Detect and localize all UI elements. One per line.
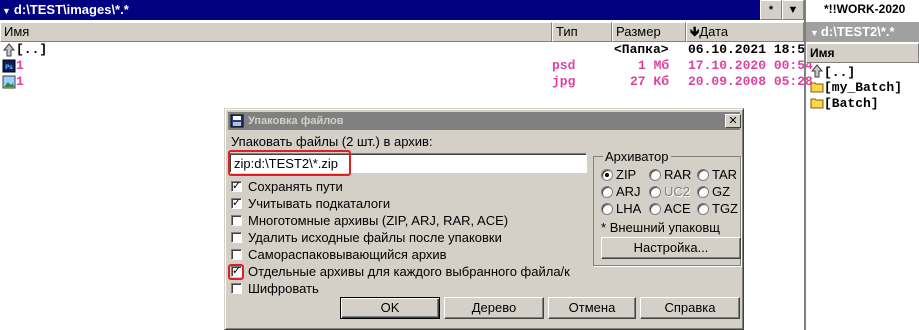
radio-button[interactable] xyxy=(601,186,613,198)
checkbox[interactable] xyxy=(231,215,242,226)
radio-button[interactable] xyxy=(697,186,709,198)
file-row[interactable]: Ps 1 psd 1 Мб 17.10.2020 00:54 xyxy=(0,58,813,74)
option-label: Многотомные архивы (ZIP, ARJ, RAR, ACE) xyxy=(248,213,509,228)
item-name: [Batch] xyxy=(824,96,879,111)
folder-icon xyxy=(810,96,824,114)
file-name: 1 xyxy=(16,74,24,89)
radio-button[interactable] xyxy=(601,203,613,215)
radio-label: RAR xyxy=(664,167,692,182)
column-type-header[interactable]: Тип xyxy=(552,22,612,42)
radio-label: ZIP xyxy=(616,167,637,182)
list-item[interactable]: [Batch] xyxy=(810,96,879,112)
radio-button[interactable] xyxy=(649,169,661,181)
radio-label: GZ xyxy=(712,184,731,199)
history-dropdown-button[interactable]: ▼ xyxy=(782,0,804,20)
cancel-button[interactable]: Отмена xyxy=(548,297,636,319)
file-name: 1 xyxy=(16,58,24,73)
ok-button[interactable]: OK xyxy=(340,297,440,319)
star-button[interactable]: * xyxy=(760,0,782,20)
right-column-name-header[interactable]: Имя xyxy=(806,43,919,63)
pack-files-dialog: Упаковка файлов ✕ Упаковать файлы (2 шт.… xyxy=(224,108,744,330)
left-path-text: d:\TEST\images\*.* xyxy=(13,2,129,17)
file-name: [..] xyxy=(16,42,48,57)
radio-label: ACE xyxy=(664,201,691,216)
archive-prompt-label: Упаковать файлы (2 шт.) в архив: xyxy=(231,134,433,149)
archiver-legend: Архиватор xyxy=(603,149,671,164)
radio-label: ARJ xyxy=(616,184,641,199)
highlight-box xyxy=(228,150,351,176)
option-label: Учитывать подкаталоги xyxy=(248,196,391,211)
item-name: [my_Batch] xyxy=(824,80,903,95)
file-row[interactable]: [..] <Папка> 06.10.2021 18:54 xyxy=(0,42,813,58)
dropdown-triangle-icon: ▼ xyxy=(810,28,819,38)
item-name: [..] xyxy=(824,65,856,80)
option-label: Самораспаковывающийся архив xyxy=(248,247,447,262)
external-packer-option[interactable]: * Внешний упаковщ xyxy=(601,220,737,235)
image-file-icon xyxy=(2,75,16,94)
tree-button[interactable]: Дерево xyxy=(444,297,544,319)
file-date: 20.09.2008 05:28 xyxy=(688,74,813,89)
help-button[interactable]: Справка xyxy=(640,297,740,319)
external-bullet: * xyxy=(601,220,607,235)
list-item[interactable]: [..] xyxy=(810,64,855,80)
checkbox[interactable] xyxy=(231,249,242,260)
checkbox[interactable] xyxy=(231,198,242,209)
close-button[interactable]: ✕ xyxy=(725,114,741,128)
file-size: 27 Кб xyxy=(630,74,670,89)
right-drive-label[interactable]: *!!WORK-2020 xyxy=(806,0,919,20)
file-row[interactable]: 1 jpg 27 Кб 20.09.2008 05:28 xyxy=(0,74,813,90)
radio-button[interactable] xyxy=(601,169,613,181)
radio-label: TGZ xyxy=(712,201,738,216)
left-panel-path[interactable]: ▼ d:\TEST\images\*.* xyxy=(0,0,760,20)
highlight-box xyxy=(228,264,244,280)
file-type: psd xyxy=(552,58,576,73)
radio-button[interactable] xyxy=(697,203,709,215)
radio-label: TAR xyxy=(712,167,738,182)
dialog-title-bar[interactable]: Упаковка файлов ✕ xyxy=(228,112,741,130)
svg-text:Ps: Ps xyxy=(5,64,13,71)
sort-arrow-icon: 🡻 xyxy=(690,24,700,39)
settings-button[interactable]: Настройка... xyxy=(601,237,741,259)
archive-icon xyxy=(230,114,244,128)
column-name-header[interactable]: Имя xyxy=(0,22,552,42)
file-size: 1 Мб xyxy=(638,58,670,73)
external-packer-label: Внешний упаковщ xyxy=(609,220,720,235)
checkbox[interactable] xyxy=(231,232,242,243)
checkbox[interactable] xyxy=(231,283,242,294)
option-label: Сохранять пути xyxy=(248,179,343,194)
right-panel-path[interactable]: ▼ d:\TEST2\*.* xyxy=(806,22,919,42)
file-size: <Папка> xyxy=(614,42,669,57)
checkbox[interactable] xyxy=(231,181,242,192)
option-label: Отдельные архивы для каждого выбранного … xyxy=(248,264,570,279)
radio-label: UC2 xyxy=(664,184,691,199)
date-header-label: Дата xyxy=(699,24,729,39)
file-date: 06.10.2021 18:54 xyxy=(688,42,813,57)
column-size-header[interactable]: Размер xyxy=(612,22,686,42)
right-path-text: d:\TEST2\*.* xyxy=(820,24,895,39)
option-label: Удалить исходные файлы после упаковки xyxy=(248,230,502,245)
radio-label: LHA xyxy=(616,201,642,216)
radio-button[interactable] xyxy=(697,169,709,181)
column-date-header[interactable]: 🡻Дата xyxy=(686,22,804,42)
option-label: Шифровать xyxy=(248,281,319,296)
dialog-title: Упаковка файлов xyxy=(248,115,344,127)
file-type: jpg xyxy=(552,74,576,89)
file-date: 17.10.2020 00:54 xyxy=(688,58,813,73)
radio-button xyxy=(649,186,661,198)
dropdown-triangle-icon: ▼ xyxy=(2,6,11,16)
radio-button[interactable] xyxy=(649,203,661,215)
list-item[interactable]: [my_Batch] xyxy=(810,80,902,96)
